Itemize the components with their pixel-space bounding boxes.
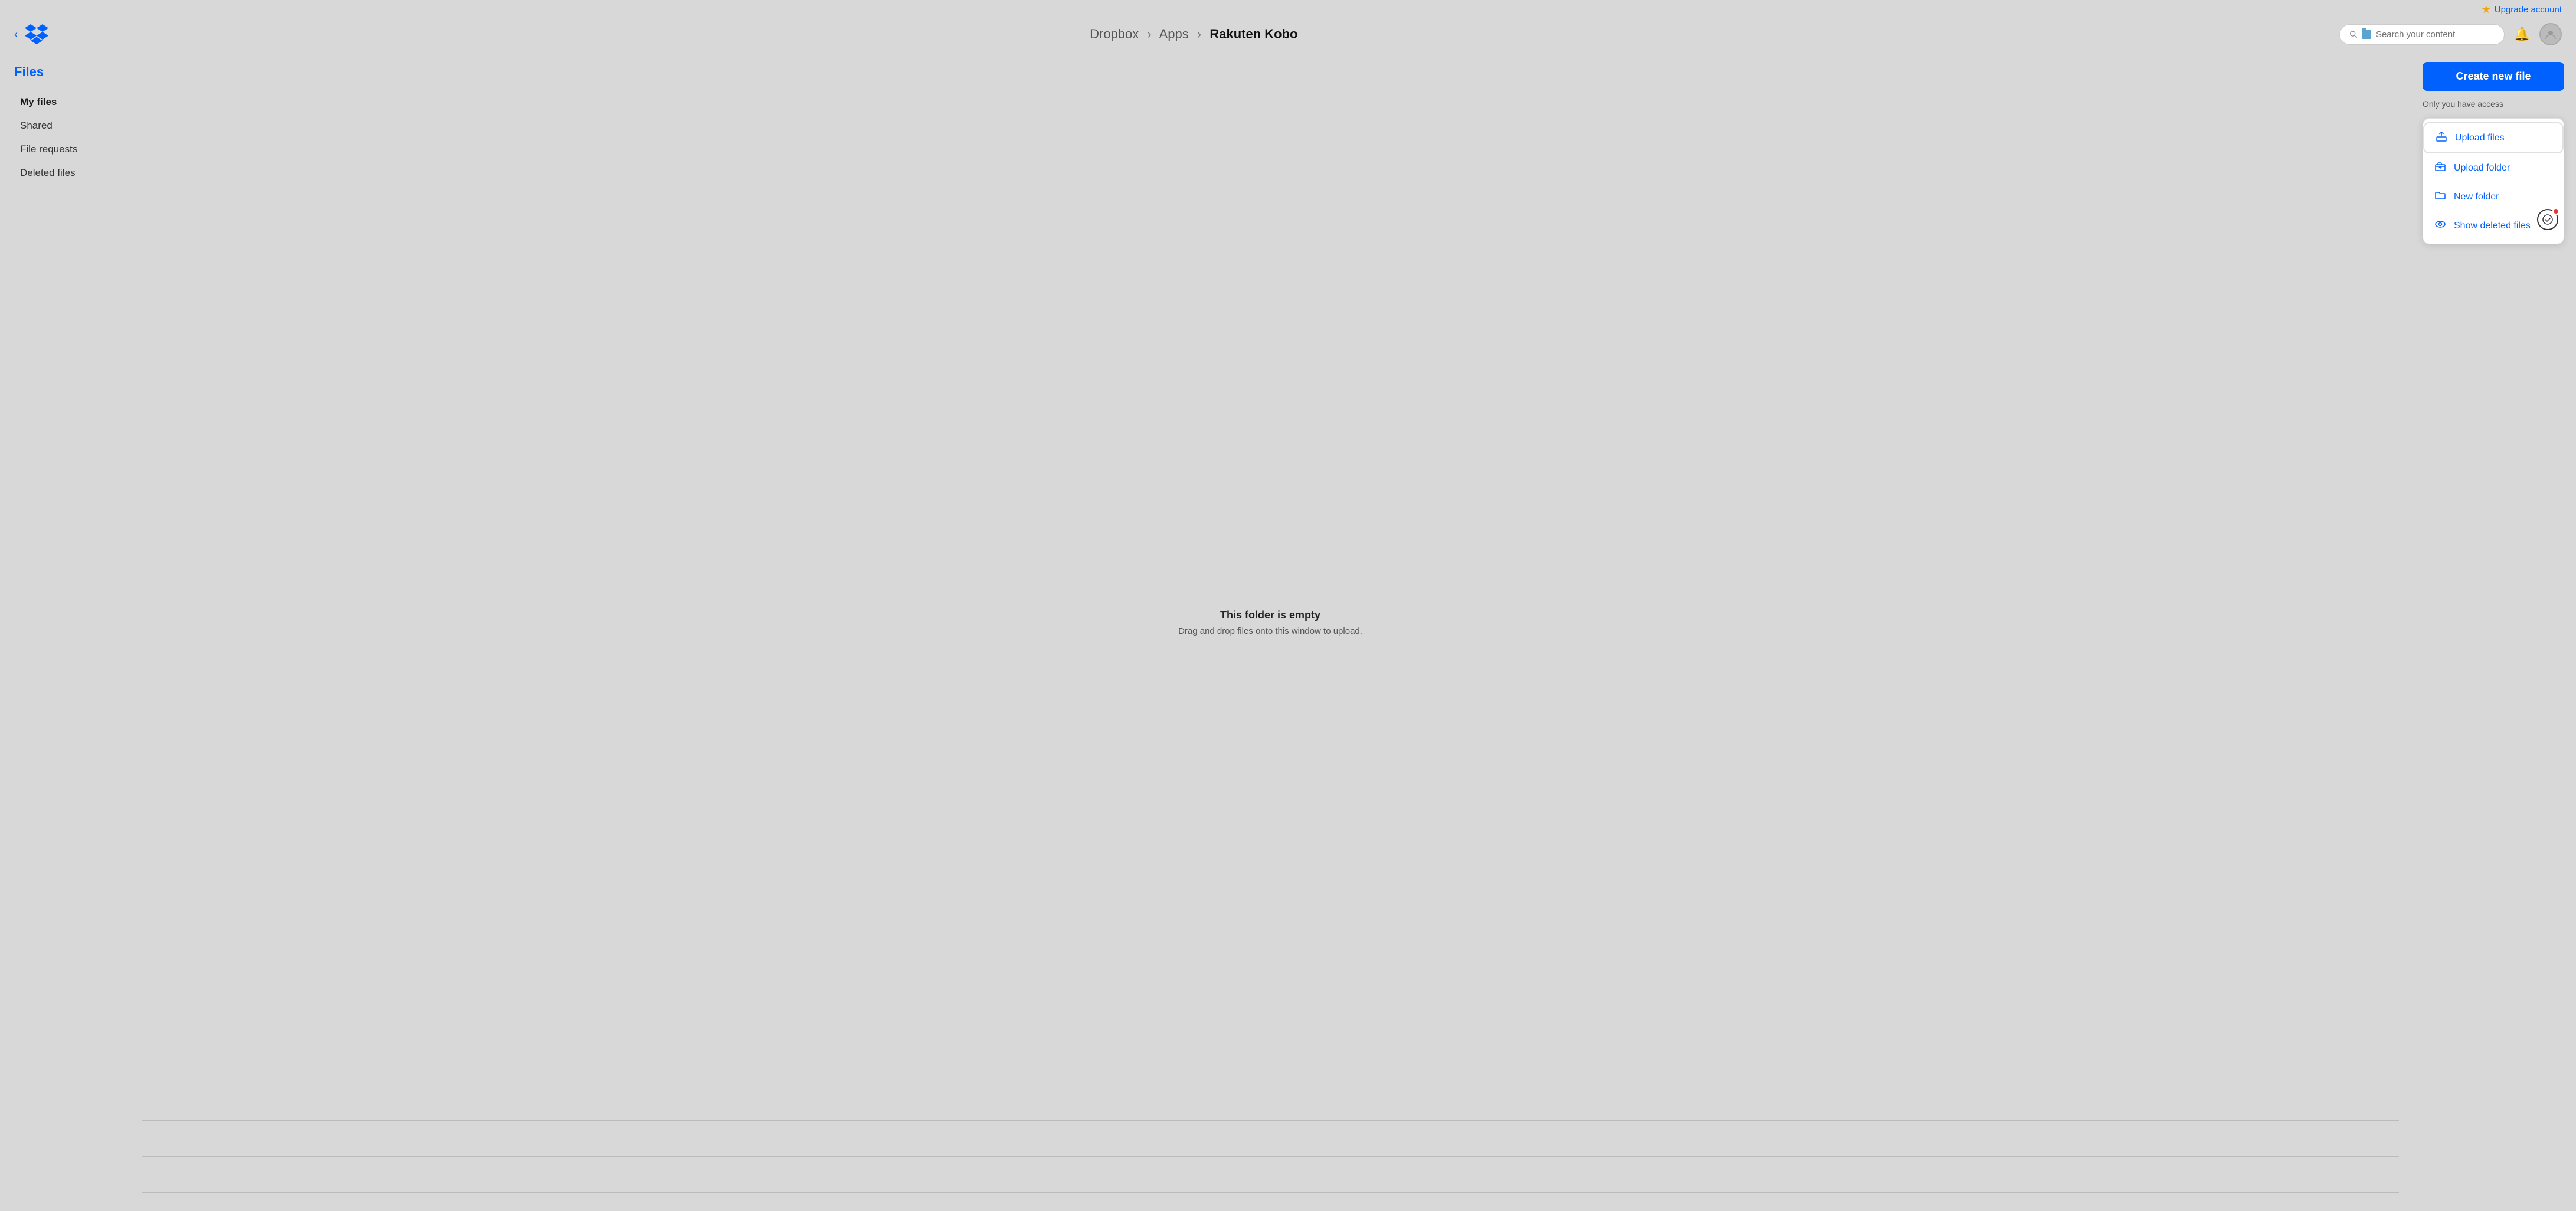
new-folder-icon — [2434, 189, 2447, 204]
sidebar-item-my-files[interactable]: My files — [14, 91, 116, 113]
upload-folder-icon — [2434, 161, 2447, 175]
top-bar: ★ Upgrade account — [0, 0, 2576, 16]
breadcrumb-part1[interactable]: Dropbox — [1090, 27, 1139, 41]
divider-5 — [142, 1192, 2399, 1193]
sidebar: Files My files Shared File requests Dele… — [0, 53, 130, 1193]
header: ‹ Dropbox › Apps › Rakuten Kobo 🔔 — [0, 16, 2576, 53]
breadcrumb-sep1: › — [1147, 27, 1151, 41]
status-dot — [2552, 208, 2559, 215]
sidebar-item-file-requests[interactable]: File requests — [14, 139, 116, 160]
breadcrumb-sep2: › — [1197, 27, 1201, 41]
search-icon — [2349, 30, 2357, 39]
header-left: ‹ — [14, 24, 48, 44]
new-folder-label: New folder — [2454, 192, 2499, 202]
sidebar-nav: My files Shared File requests Deleted fi… — [14, 91, 116, 184]
empty-folder-state: This folder is empty Drag and drop files… — [130, 125, 2411, 1120]
breadcrumb: Dropbox › Apps › Rakuten Kobo — [48, 27, 2339, 42]
empty-folder-subtitle: Drag and drop files onto this window to … — [1178, 626, 1362, 636]
sidebar-item-deleted-files[interactable]: Deleted files — [14, 162, 116, 184]
eye-icon — [2434, 218, 2447, 233]
main-content: This folder is empty Drag and drop files… — [130, 53, 2411, 1193]
layout: Files My files Shared File requests Dele… — [0, 53, 2576, 1193]
folder-filter-icon — [2362, 30, 2371, 39]
new-folder-item[interactable]: New folder — [2423, 182, 2564, 211]
upload-folder-label: Upload folder — [2454, 163, 2510, 174]
status-indicator[interactable] — [2537, 209, 2558, 230]
header-right: 🔔 — [2339, 23, 2562, 45]
bell-icon[interactable]: 🔔 — [2514, 27, 2530, 42]
right-panel: Create new file Only you have access Upl… — [2411, 53, 2576, 1193]
spacer-1 — [130, 53, 2411, 89]
empty-folder-title: This folder is empty — [1220, 609, 1320, 621]
upload-files-item[interactable]: Upload files — [2423, 122, 2564, 153]
spacer-3 — [130, 1121, 2411, 1156]
spacer-4 — [130, 1157, 2411, 1192]
breadcrumb-part3: Rakuten Kobo — [1209, 27, 1297, 41]
search-bar[interactable] — [2339, 24, 2505, 45]
upgrade-account-link[interactable]: Upgrade account — [2495, 5, 2562, 15]
access-text: Only you have access — [2423, 99, 2564, 109]
spacer-2 — [130, 89, 2411, 125]
search-input[interactable] — [2376, 30, 2495, 40]
sidebar-item-shared[interactable]: Shared — [14, 115, 116, 136]
back-button[interactable]: ‹ — [14, 28, 18, 41]
upload-files-icon — [2435, 130, 2448, 145]
show-deleted-files-label: Show deleted files — [2454, 221, 2531, 231]
content-area: This folder is empty Drag and drop files… — [130, 53, 2411, 1193]
create-new-file-button[interactable]: Create new file — [2423, 62, 2564, 91]
upload-files-label: Upload files — [2455, 133, 2505, 143]
sidebar-title: Files — [14, 64, 116, 80]
avatar[interactable] — [2539, 23, 2562, 45]
star-icon: ★ — [2482, 4, 2491, 16]
dropbox-logo — [25, 24, 48, 44]
breadcrumb-part2[interactable]: Apps — [1159, 27, 1189, 41]
upload-folder-item[interactable]: Upload folder — [2423, 153, 2564, 182]
